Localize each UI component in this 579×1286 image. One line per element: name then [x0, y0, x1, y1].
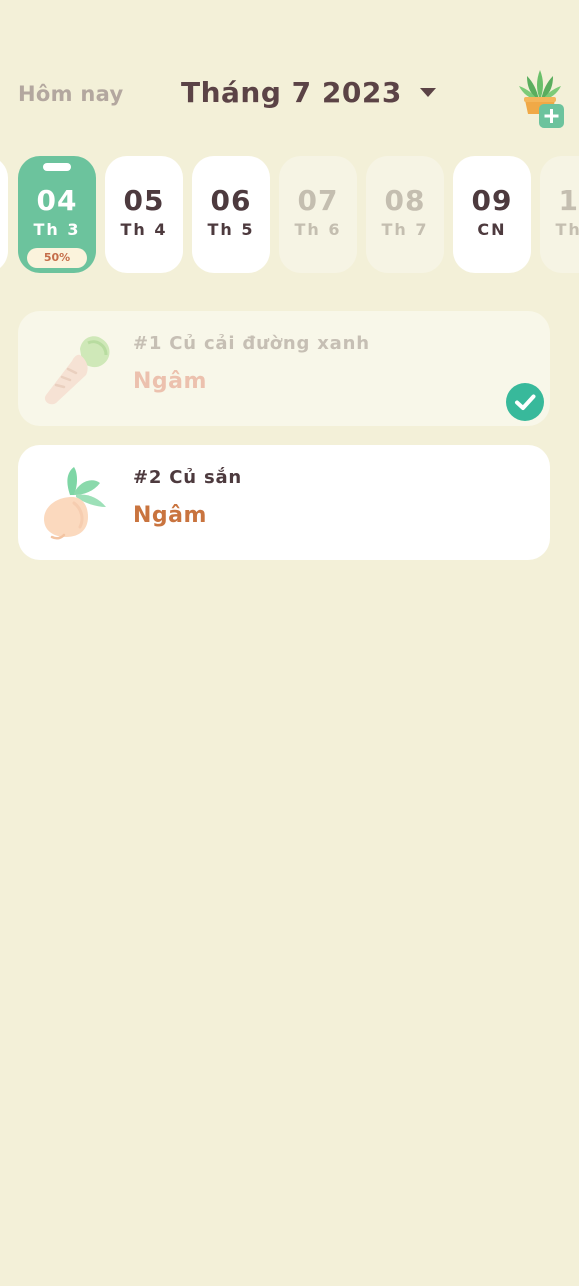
weekday-label: Th 5 — [207, 220, 255, 239]
month-picker[interactable]: Tháng 7 2023 — [181, 76, 436, 109]
task-card-2[interactable]: #2 Củ sắn Ngâm — [18, 445, 550, 560]
date-strip[interactable]: 04 Th 3 50% 05 Th 4 06 Th 5 07 Th 6 08 T… — [0, 156, 579, 274]
weekday-label: Th 6 — [294, 220, 342, 239]
green-radish-icon — [44, 336, 110, 405]
day-chip-05[interactable]: 05 Th 4 — [105, 156, 183, 273]
day-chip-06[interactable]: 06 Th 5 — [192, 156, 270, 273]
day-number: 10 — [558, 184, 579, 217]
day-chip-10[interactable]: 10 Th 2 — [540, 156, 579, 273]
caret-down-icon — [419, 88, 436, 97]
task-action: Ngâm — [133, 369, 207, 394]
weekday-label: Th 7 — [381, 220, 429, 239]
day-number: 04 — [36, 184, 78, 217]
turnip-icon — [44, 467, 106, 540]
task-title: #2 Củ sắn — [133, 467, 243, 488]
day-chip-09[interactable]: 09 CN — [453, 156, 531, 273]
day-number: 06 — [210, 184, 252, 217]
task-action: Ngâm — [133, 503, 207, 528]
progress-badge: 50% — [27, 248, 87, 268]
day-chip-partial[interactable] — [0, 156, 8, 273]
potted-plant-plus-icon[interactable] — [515, 62, 565, 128]
day-number: 05 — [123, 184, 165, 217]
day-number: 09 — [471, 184, 513, 217]
day-chip-07[interactable]: 07 Th 6 — [279, 156, 357, 273]
weekday-label: Th 2 — [555, 220, 579, 239]
check-icon — [515, 394, 536, 410]
weekday-label: CN — [477, 220, 507, 239]
weekday-label: Th 4 — [120, 220, 168, 239]
day-number: 08 — [384, 184, 426, 217]
selected-indicator — [43, 163, 71, 171]
task-card-1[interactable]: #1 Củ cải đường xanh Ngâm — [18, 311, 550, 426]
header: Hôm nay Tháng 7 2023 — [0, 60, 579, 132]
month-title: Tháng 7 2023 — [181, 76, 402, 109]
day-chip-08[interactable]: 08 Th 7 — [366, 156, 444, 273]
day-chip-04[interactable]: 04 Th 3 50% — [18, 156, 96, 273]
today-button[interactable]: Hôm nay — [18, 82, 123, 106]
completed-check[interactable] — [506, 383, 544, 421]
day-number: 07 — [297, 184, 339, 217]
weekday-label: Th 3 — [33, 220, 81, 239]
task-title: #1 Củ cải đường xanh — [133, 333, 370, 354]
